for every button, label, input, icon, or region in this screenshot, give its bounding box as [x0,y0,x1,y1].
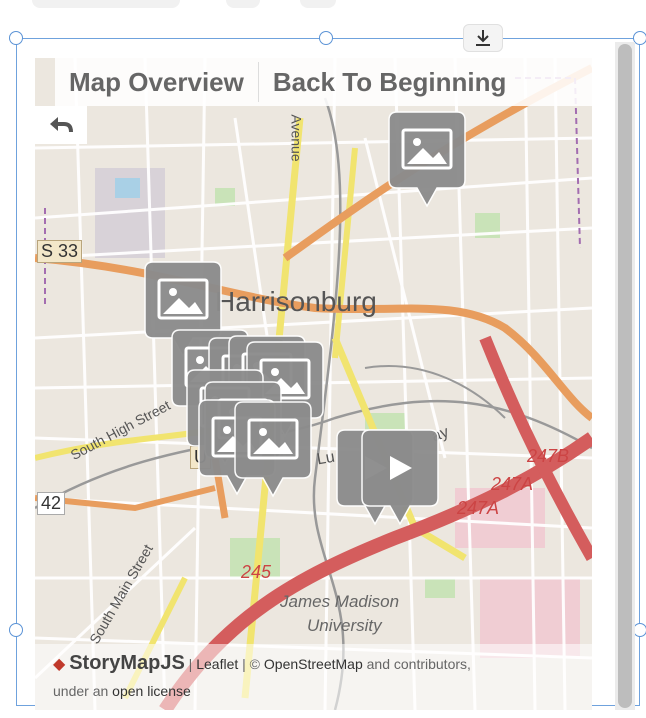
storymapjs-logo-icon: ◆ [53,656,66,673]
toolbar-remnant [226,0,260,8]
back-arrow-icon [50,117,73,133]
toolbar-remnant [32,0,180,8]
road-label-247a-1: 247A [491,474,534,494]
city-label: Harrisonburg [215,286,377,317]
back-to-beginning-button[interactable]: Back To Beginning [259,58,521,106]
image-marker[interactable] [233,400,313,500]
openstreetmap-link[interactable]: OpenStreetMap [264,656,363,672]
resize-handle-middle-left[interactable] [9,623,23,637]
road-label-avenue: Avenue [288,114,305,162]
download-button[interactable] [463,24,503,52]
attribution-sep1: | [184,656,197,672]
attribution-rest: and contributors, [362,656,471,672]
road-label-lu: Lu [315,448,337,469]
attribution-bar: ◆ StoryMapJS | Leaflet | © OpenStreetMap… [35,644,592,710]
open-license-link[interactable]: open license [112,683,191,699]
road-label-247b: 247B [527,446,570,466]
storymap-map[interactable]: S 33 42 U 247B 247A 247A 245 Avenue Sout… [35,58,592,710]
leaflet-link[interactable]: Leaflet [196,656,238,672]
scrollbar[interactable] [615,42,635,710]
map-overview-button[interactable]: Map Overview [55,58,258,106]
image-marker[interactable] [387,110,467,210]
road-label-us33: S 33 [37,240,83,263]
attribution-license-prefix: under an [53,683,113,699]
university-label-line1: James Madison [280,592,400,611]
attribution-brand: StoryMapJS [69,652,185,674]
resize-handle-top-left[interactable] [9,31,23,45]
storymap-nav: Map Overview Back To Beginning [55,58,592,106]
university-label-line2: University [307,616,382,635]
road-label-247a-2: 247A [457,498,500,518]
toolbar-remnant [300,0,336,8]
road-label-245: 245 [241,562,272,582]
scrollbar-thumb[interactable] [618,44,632,708]
attribution-sep2: | © [238,656,264,672]
download-icon [476,30,490,46]
video-marker[interactable] [360,428,440,528]
back-button[interactable] [35,106,87,144]
resize-handle-top-center[interactable] [319,31,333,45]
road-label-42: 42 [37,492,66,515]
